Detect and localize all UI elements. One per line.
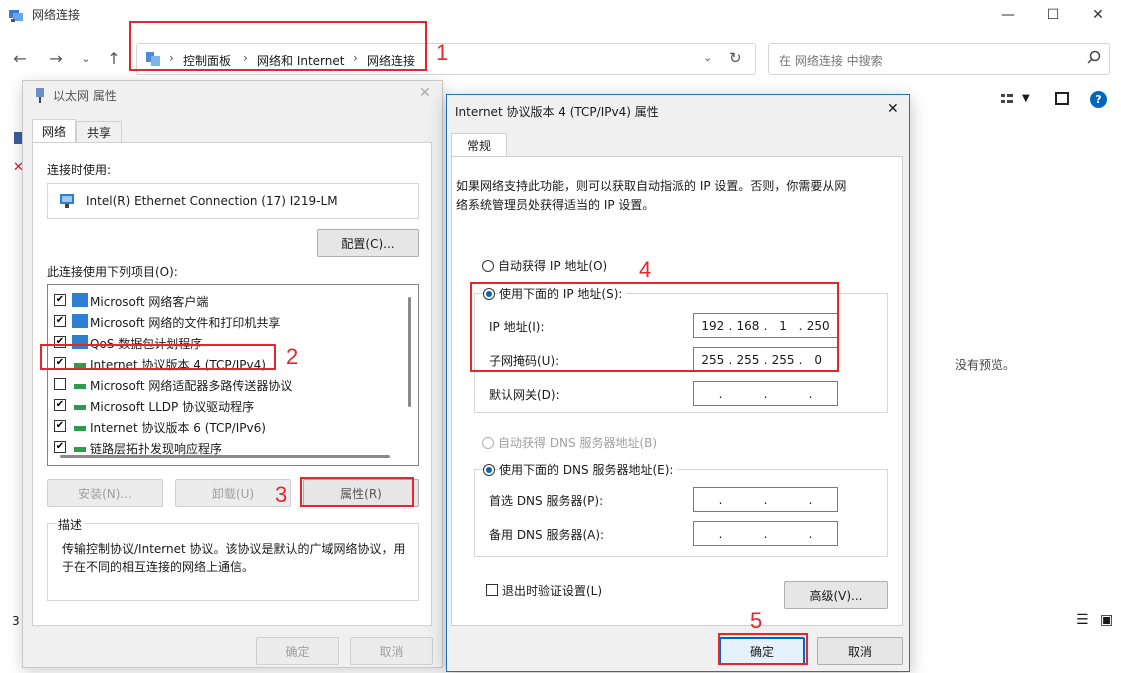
configure-button[interactable]: 配置(C)... — [317, 229, 419, 257]
file-sharing-icon — [72, 314, 88, 328]
item-label: Internet 协议版本 6 (TCP/IPv6) — [90, 421, 266, 435]
protocol-icon — [74, 405, 86, 410]
dialog-title: Internet 协议版本 4 (TCP/IPv4) 属性 — [455, 105, 659, 119]
search-box[interactable]: 在 网络连接 中搜索 — [768, 43, 1110, 75]
annotation-number: 1 — [436, 40, 449, 65]
network-client-icon — [72, 293, 88, 307]
alternate-dns-label: 备用 DNS 服务器(A): — [489, 528, 605, 542]
close-icon[interactable]: ✕ — [419, 85, 431, 101]
view-options-icon[interactable] — [1000, 92, 1014, 109]
vertical-scrollbar[interactable] — [408, 297, 411, 407]
annotation-box-ok — [718, 633, 808, 665]
tiles-view-icon[interactable]: ▣ — [1100, 612, 1113, 628]
protocol-icon — [74, 384, 86, 389]
maximize-button[interactable]: ☐ — [1030, 0, 1076, 30]
description-group: 描述 传输控制协议/Internet 协议。该协议是默认的广域网络协议，用于在不… — [47, 516, 419, 601]
forward-arrow-icon[interactable]: → — [44, 46, 68, 70]
item-checkbox[interactable]: ✔ — [54, 294, 66, 306]
advanced-button[interactable]: 高级(V)... — [784, 581, 888, 609]
connect-using-label: 连接时使用: — [47, 163, 112, 177]
no-preview-text: 没有预览。 — [955, 358, 1016, 372]
annotation-number: 3 — [275, 482, 288, 507]
dropdown-chevron-icon[interactable]: ⌄ — [703, 51, 712, 64]
auto-ip-label[interactable]: 自动获得 IP 地址(O) — [498, 257, 607, 274]
annotation-number: 4 — [639, 257, 652, 282]
annotation-number: 5 — [750, 608, 763, 633]
item-label: Microsoft LLDP 协议驱动程序 — [90, 400, 255, 414]
item-label: Microsoft 网络客户端 — [90, 295, 209, 309]
description-text: 传输控制协议/Internet 协议。该协议是默认的广域网络协议，用于在不同的相… — [62, 542, 406, 574]
adapter-box: Intel(R) Ethernet Connection (17) I219-L… — [47, 183, 419, 219]
auto-dns-label[interactable]: 自动获得 DNS 服务器地址(B) — [498, 434, 657, 451]
intro-text: 如果网络支持此功能，则可以获取自动指派的 IP 设置。否则，你需要从网络系统管理… — [456, 179, 847, 212]
window-title: 网络连接 — [32, 8, 81, 22]
item-label: Microsoft 网络适配器多路传送器协议 — [90, 379, 293, 393]
items-label: 此连接使用下列项目(O): — [47, 265, 178, 279]
item-checkbox[interactable]: ✔ — [54, 399, 66, 411]
annotation-number: 2 — [286, 344, 299, 369]
annotation-box-ip-settings — [470, 282, 839, 372]
adapter-name: Intel(R) Ethernet Connection (17) I219-L… — [86, 194, 338, 208]
item-checkbox[interactable]: ✔ — [54, 441, 66, 453]
tab-general[interactable]: 常规 — [451, 133, 507, 157]
manual-dns-radio[interactable] — [483, 464, 495, 476]
network-adapter-icon — [33, 88, 47, 104]
annotation-box-address — [129, 21, 427, 71]
manual-dns-label[interactable]: 使用下面的 DNS 服务器地址(E): — [499, 461, 678, 478]
item-checkbox[interactable]: ✔ — [54, 420, 66, 432]
ethernet-properties-dialog: 以太网 属性 ✕ 网络 共享 连接时使用: Intel(R) Ethernet … — [22, 80, 443, 668]
item-checkbox[interactable] — [54, 378, 66, 390]
auto-dns-radio[interactable] — [482, 437, 494, 449]
help-icon[interactable]: ? — [1090, 91, 1107, 108]
back-arrow-icon[interactable]: ← — [8, 46, 32, 70]
validate-label[interactable]: 退出时验证设置(L) — [502, 582, 602, 599]
tab-network[interactable]: 网络 — [32, 119, 76, 143]
manual-dns-group: 使用下面的 DNS 服务器地址(E): 首选 DNS 服务器(P): ... 备… — [474, 461, 888, 557]
item-count: 3 — [12, 614, 20, 628]
refresh-icon[interactable]: ↻ — [729, 49, 742, 67]
view-dropdown-icon[interactable]: ▼ — [1022, 93, 1030, 104]
dialog-title: 以太网 属性 — [53, 89, 117, 103]
install-button[interactable]: 安装(N)... — [47, 479, 163, 507]
preferred-dns-field[interactable]: ... — [693, 487, 838, 512]
protocol-icon — [74, 447, 86, 452]
network-folder-icon — [8, 7, 24, 23]
ok-button[interactable]: 确定 — [256, 637, 339, 665]
gateway-field[interactable]: ... — [693, 381, 838, 406]
item-label: Microsoft 网络的文件和打印机共享 — [90, 316, 281, 330]
alternate-dns-field[interactable]: ... — [693, 521, 838, 546]
preview-pane-icon[interactable] — [1055, 92, 1069, 105]
close-button[interactable]: ✕ — [887, 101, 899, 117]
annotation-box-properties — [300, 477, 414, 507]
cancel-button[interactable]: 取消 — [817, 637, 903, 665]
uninstall-button[interactable]: 卸载(U) — [175, 479, 291, 507]
ethernet-adapter-icon — [58, 192, 76, 213]
preferred-dns-label: 首选 DNS 服务器(P): — [489, 494, 604, 508]
auto-ip-radio[interactable] — [482, 260, 494, 272]
gateway-label: 默认网关(D): — [489, 388, 560, 402]
description-label: 描述 — [56, 516, 85, 533]
tab-sharing[interactable]: 共享 — [76, 121, 122, 143]
cancel-button[interactable]: 取消 — [350, 637, 433, 665]
search-icon[interactable] — [1087, 50, 1101, 67]
search-input[interactable]: 在 网络连接 中搜索 — [779, 52, 883, 69]
protocol-icon — [74, 426, 86, 431]
tab-panel: 连接时使用: Intel(R) Ethernet Connection (17)… — [32, 142, 432, 626]
annotation-box-ipv4-item — [40, 344, 276, 370]
close-button[interactable]: ✕ — [1075, 0, 1121, 30]
ipv4-properties-dialog: Internet 协议版本 4 (TCP/IPv4) 属性 ✕ 常规 如果网络支… — [446, 94, 910, 672]
general-panel: 如果网络支持此功能，则可以获取自动指派的 IP 设置。否则，你需要从网络系统管理… — [451, 156, 903, 626]
item-checkbox[interactable]: ✔ — [54, 315, 66, 327]
validate-checkbox[interactable] — [486, 584, 498, 596]
up-arrow-icon[interactable]: ↑ — [102, 46, 126, 70]
minimize-button[interactable]: — — [985, 0, 1031, 30]
details-view-icon[interactable]: ☰ — [1076, 612, 1089, 628]
recent-chevron-icon[interactable]: ⌄ — [74, 46, 98, 70]
items-list: ✔ Microsoft 网络客户端 ✔ Microsoft 网络的文件和打印机共… — [47, 284, 419, 466]
horizontal-scrollbar[interactable] — [60, 455, 390, 458]
